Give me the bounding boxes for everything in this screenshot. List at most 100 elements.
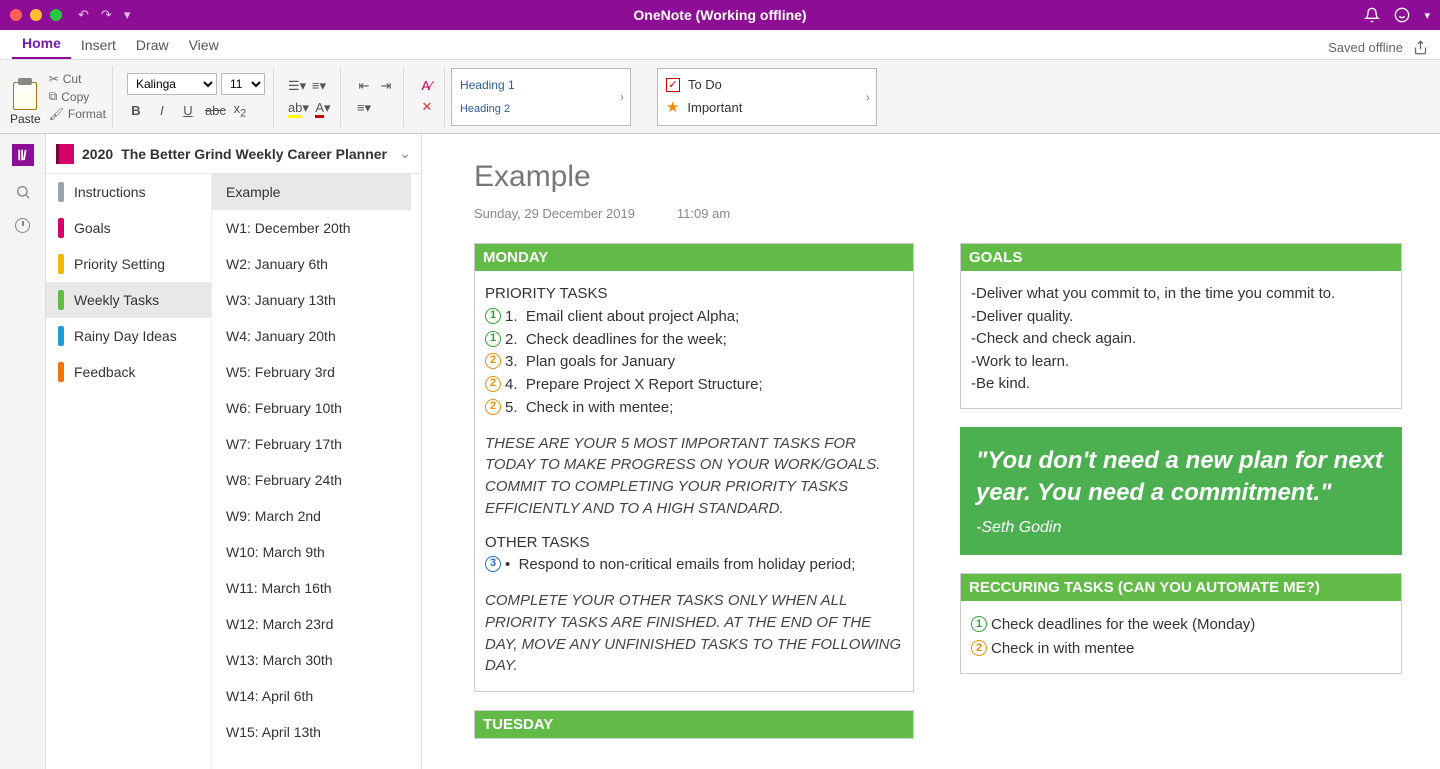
tab-home[interactable]: Home [12, 29, 71, 59]
section-label: Priority Setting [74, 256, 165, 272]
task-row[interactable]: 24. Prepare Project X Report Structure; [485, 374, 903, 396]
font-color-button[interactable]: A▾ [314, 100, 332, 116]
style-heading2[interactable]: Heading 2 [460, 103, 622, 115]
window-zoom[interactable] [50, 9, 62, 21]
page-title[interactable]: Example [474, 160, 1440, 194]
page-item[interactable]: W5: February 3rd [212, 354, 411, 390]
pages-list: ExampleW1: December 20thW2: January 6thW… [211, 174, 411, 769]
redo-icon[interactable]: ↷ [101, 7, 112, 23]
monday-note1: THESE ARE YOUR 5 MOST IMPORTANT TASKS FO… [485, 433, 903, 520]
tag-todo[interactable]: ✓To Do [666, 77, 868, 92]
section-item[interactable]: Instructions [46, 174, 211, 210]
underline-button[interactable]: U [179, 103, 197, 118]
page-item[interactable]: W12: March 23rd [212, 606, 411, 642]
section-item[interactable]: Feedback [46, 354, 211, 390]
scissors-icon: ✂ [49, 72, 59, 86]
section-item[interactable]: Goals [46, 210, 211, 246]
titlebar-chevron-icon[interactable]: ▾ [1424, 9, 1430, 22]
tuesday-heading: TUESDAY [475, 711, 913, 738]
page-item[interactable]: Example [212, 174, 411, 210]
tab-draw[interactable]: Draw [126, 31, 179, 59]
recurring-card: RECCURING TASKS (CAN YOU AUTOMATE ME?) 1… [960, 573, 1402, 674]
smile-icon[interactable] [1394, 7, 1410, 23]
notebook-icon [56, 144, 74, 164]
page-time: 11:09 am [677, 206, 730, 221]
recent-icon[interactable] [15, 218, 30, 238]
tag-important[interactable]: ★Important [666, 98, 868, 116]
undo-icon[interactable]: ↶ [78, 7, 89, 23]
page-item[interactable]: W6: February 10th [212, 390, 411, 426]
task-row[interactable]: 25. Check in with mentee; [485, 397, 903, 419]
delete-button[interactable]: ✕ [418, 99, 436, 115]
section-item[interactable]: Priority Setting [46, 246, 211, 282]
notebook-header[interactable]: 2020 The Better Grind Weekly Career Plan… [46, 134, 421, 174]
page-item[interactable]: W10: March 9th [212, 534, 411, 570]
page-canvas[interactable]: Example Sunday, 29 December 2019 11:09 a… [422, 134, 1440, 769]
brush-icon: 🖌 [49, 107, 64, 121]
page-item[interactable]: W9: March 2nd [212, 498, 411, 534]
clear-formatting-button[interactable]: A⁄ [418, 78, 436, 93]
cut-button[interactable]: ✂Cut [49, 72, 106, 86]
recurring-item[interactable]: 1Check deadlines for the week (Monday) [971, 614, 1391, 637]
page-item[interactable]: W3: January 13th [212, 282, 411, 318]
goal-item: -Deliver what you commit to, in the time… [971, 283, 1391, 306]
indent-button[interactable]: ⇥ [377, 78, 395, 94]
section-label: Goals [74, 220, 111, 236]
chevron-right-icon: › [620, 90, 624, 104]
task-row[interactable]: 23. Plan goals for January [485, 351, 903, 373]
page-item[interactable]: W11: March 16th [212, 570, 411, 606]
paste-button[interactable]: Paste [10, 68, 41, 126]
font-size-select[interactable]: 11 [221, 73, 265, 95]
page-item[interactable]: W2: January 6th [212, 246, 411, 282]
font-select[interactable]: Kalinga [127, 73, 217, 95]
recurring-heading: RECCURING TASKS (CAN YOU AUTOMATE ME?) [961, 574, 1401, 601]
tags-gallery[interactable]: ✓To Do ★Important › [657, 68, 877, 126]
styles-gallery[interactable]: Heading 1 Heading 2 › [451, 68, 631, 126]
monday-heading: MONDAY [475, 244, 913, 271]
highlight-button[interactable]: ab▾ [288, 100, 306, 116]
outdent-button[interactable]: ⇤ [355, 78, 373, 94]
subscript-button[interactable]: x2 [231, 101, 249, 120]
task-row[interactable]: 12. Check deadlines for the week; [485, 329, 903, 351]
notebooks-icon[interactable] [12, 144, 34, 166]
format-painter-button[interactable]: 🖌Format [49, 107, 106, 121]
align-button[interactable]: ≡▾ [355, 100, 373, 116]
share-icon[interactable] [1413, 40, 1428, 55]
bell-icon[interactable] [1364, 7, 1380, 23]
priority-badge: 2 [485, 376, 501, 392]
bold-button[interactable]: B [127, 103, 145, 118]
checkbox-icon: ✓ [666, 78, 680, 92]
bullet-list-button[interactable]: ☰▾ [288, 78, 306, 94]
search-icon[interactable] [15, 184, 31, 200]
clipboard-icon [13, 82, 37, 110]
page-item[interactable]: W8: February 24th [212, 462, 411, 498]
page-item[interactable]: W4: January 20th [212, 318, 411, 354]
task-row[interactable]: 3• Respond to non-critical emails from h… [485, 554, 903, 576]
window-title: OneNote (Working offline) [633, 7, 806, 23]
style-heading1[interactable]: Heading 1 [460, 78, 622, 92]
task-row[interactable]: 11. Email client about project Alpha; [485, 306, 903, 328]
tab-view[interactable]: View [179, 31, 229, 59]
window-close[interactable] [10, 9, 22, 21]
qat-more-icon[interactable]: ▾ [124, 7, 131, 23]
page-item[interactable]: W14: April 6th [212, 678, 411, 714]
section-item[interactable]: Weekly Tasks [46, 282, 211, 318]
tuesday-card: TUESDAY [474, 710, 914, 739]
goals-card: GOALS -Deliver what you commit to, in th… [960, 243, 1402, 409]
page-item[interactable]: W1: December 20th [212, 210, 411, 246]
page-item[interactable]: W13: March 30th [212, 642, 411, 678]
section-item[interactable]: Rainy Day Ideas [46, 318, 211, 354]
tab-insert[interactable]: Insert [71, 31, 126, 59]
quote-text: "You don't need a new plan for next year… [976, 445, 1386, 510]
numbered-list-button[interactable]: ≡▾ [310, 78, 328, 94]
recurring-item[interactable]: 2Check in with mentee [971, 638, 1391, 661]
strikethrough-button[interactable]: abc [205, 103, 223, 118]
italic-button[interactable]: I [153, 103, 171, 118]
window-minimize[interactable] [30, 9, 42, 21]
section-color-tab [58, 254, 64, 274]
copy-button[interactable]: ⧉Copy [49, 89, 106, 104]
section-color-tab [58, 362, 64, 382]
page-item[interactable]: W15: April 13th [212, 714, 411, 750]
page-item[interactable]: W7: February 17th [212, 426, 411, 462]
section-label: Feedback [74, 364, 135, 380]
